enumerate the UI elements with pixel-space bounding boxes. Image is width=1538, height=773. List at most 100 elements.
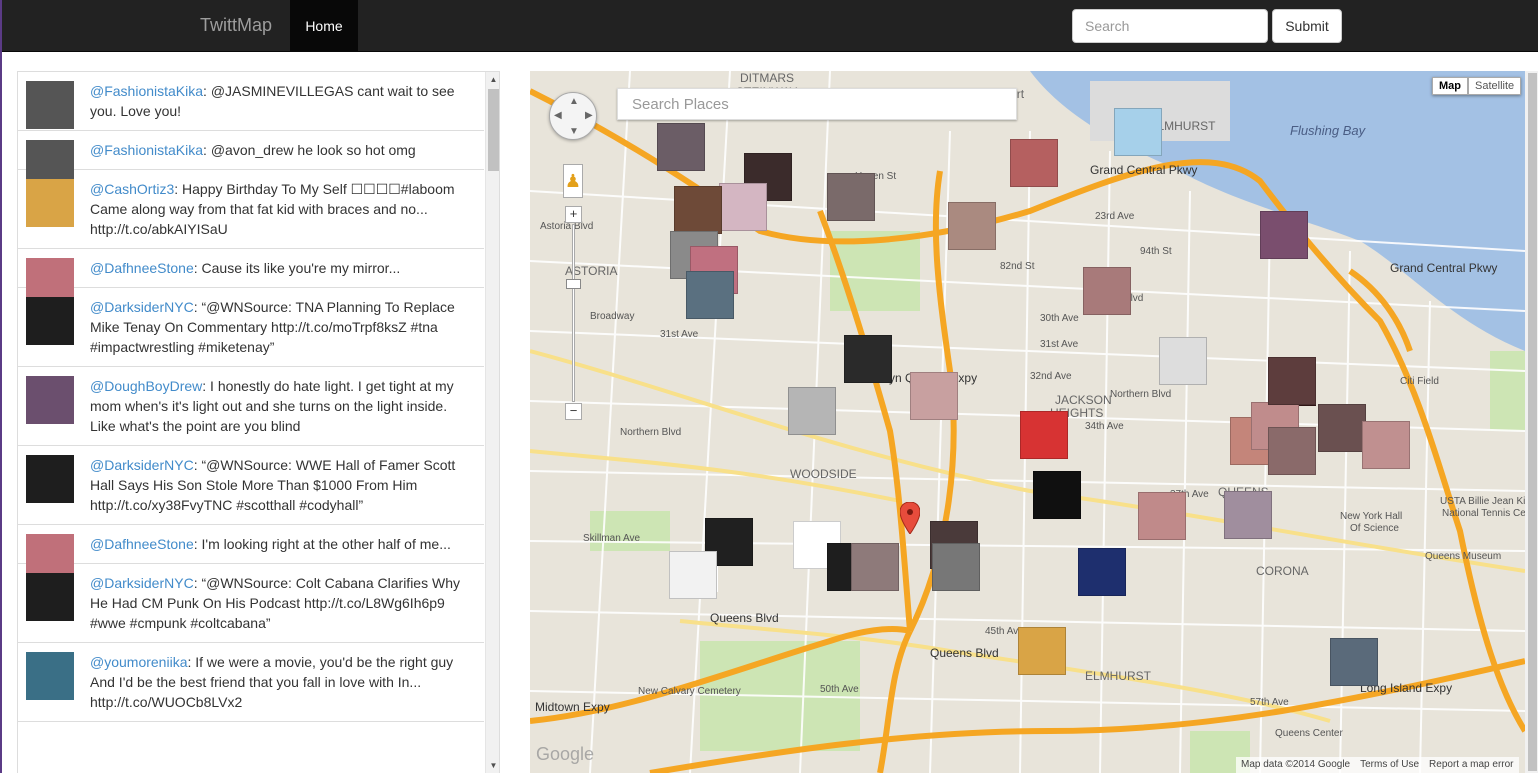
tweet-avatar[interactable] xyxy=(26,297,74,345)
page-scroll-thumb[interactable] xyxy=(1528,73,1537,771)
search-places-input[interactable] xyxy=(617,88,1017,120)
tweet-marker[interactable] xyxy=(1260,211,1308,259)
map-type-control: Map Satellite xyxy=(1432,77,1522,95)
tweet-marker[interactable] xyxy=(1114,108,1162,156)
tweet-marker[interactable] xyxy=(948,202,996,250)
tweet-marker[interactable] xyxy=(851,543,899,591)
terms-of-use-link[interactable]: Terms of Use xyxy=(1360,759,1419,771)
nav-home-tab[interactable]: Home xyxy=(290,0,358,52)
tweet-item[interactable]: @DarksiderNYC: “@WNSource: Colt Cabana C… xyxy=(18,564,484,643)
tweet-marker[interactable] xyxy=(1318,404,1366,452)
tweet-marker[interactable] xyxy=(686,271,734,319)
tweet-username-link[interactable]: @CashOrtiz3 xyxy=(90,181,174,197)
tweet-item[interactable]: @youmoreniika: If we were a movie, you'd… xyxy=(18,643,484,722)
tweet-marker[interactable] xyxy=(1010,139,1058,187)
tweet-text: : I'm looking right at the other half of… xyxy=(193,536,451,552)
report-map-error-link[interactable]: Report a map error xyxy=(1429,759,1513,771)
map-label: JACKSON xyxy=(1055,393,1112,407)
zoom-control: + − xyxy=(565,206,582,421)
map-label: Grand Central Pkwy xyxy=(1090,163,1198,177)
map-label: New York Hall xyxy=(1340,511,1403,522)
map-location-pin-icon[interactable] xyxy=(900,502,920,534)
tweet-marker[interactable] xyxy=(719,183,767,231)
tweet-panel: @FashionistaKika: @JASMINEVILLEGAS cant … xyxy=(17,71,500,773)
map-view[interactable]: DITMARSSTEINWAYLaGuardia AirportEAST ELM… xyxy=(530,71,1525,773)
pan-up-icon[interactable]: ▲ xyxy=(569,96,579,107)
scroll-up-arrow-icon[interactable]: ▲ xyxy=(486,72,499,87)
tweet-item[interactable]: @DoughBoyDrew: I honestly do hate light.… xyxy=(18,367,484,446)
zoom-track[interactable] xyxy=(572,224,575,402)
pan-left-icon[interactable]: ◀ xyxy=(554,110,562,121)
tweet-marker[interactable] xyxy=(1033,471,1081,519)
tweet-marker[interactable] xyxy=(669,551,717,599)
tweet-avatar[interactable] xyxy=(26,652,74,700)
tweet-marker[interactable] xyxy=(1362,421,1410,469)
tweet-avatar[interactable] xyxy=(26,573,74,621)
tweet-username-link[interactable]: @youmoreniika xyxy=(90,654,187,670)
tweet-item[interactable]: @DarksiderNYC: “@WNSource: TNA Planning … xyxy=(18,288,484,367)
tweet-item[interactable]: @FashionistaKika: @avon_drew he look so … xyxy=(18,131,484,188)
tweet-avatar[interactable] xyxy=(26,179,74,227)
tweet-marker[interactable] xyxy=(910,372,958,420)
pegman-icon[interactable]: ♟ xyxy=(563,164,583,198)
map-label: 34th Ave xyxy=(1085,421,1124,432)
tweet-username-link[interactable]: @DafhneeStone xyxy=(90,536,194,552)
tweet-marker[interactable] xyxy=(1020,411,1068,459)
tweet-username-link[interactable]: @DafhneeStone xyxy=(90,260,194,276)
pan-right-icon[interactable]: ▶ xyxy=(585,110,593,121)
zoom-slider-knob[interactable] xyxy=(566,279,581,289)
page-scrollbar[interactable] xyxy=(1525,71,1538,773)
pan-control[interactable]: ▲ ▼ ◀ ▶ xyxy=(549,92,597,140)
map-label: Midtown Expy xyxy=(535,700,610,714)
tweet-item[interactable]: @DafhneeStone: I'm looking right at the … xyxy=(18,525,484,582)
tweet-marker[interactable] xyxy=(788,387,836,435)
tweet-marker[interactable] xyxy=(1330,638,1378,686)
tweet-username-link[interactable]: @DarksiderNYC xyxy=(90,299,194,315)
tweet-avatar[interactable] xyxy=(26,455,74,503)
tweet-marker[interactable] xyxy=(1268,427,1316,475)
map-label: Queens Center xyxy=(1275,728,1343,739)
scroll-down-arrow-icon[interactable]: ▼ xyxy=(486,758,499,773)
map-type-satellite-button[interactable]: Satellite xyxy=(1468,77,1522,95)
map-label: Flushing Bay xyxy=(1290,123,1366,138)
tweet-marker[interactable] xyxy=(932,543,980,591)
tweet-avatar[interactable] xyxy=(26,81,74,129)
tweet-text: : Cause its like you're my mirror... xyxy=(193,260,401,276)
submit-button[interactable]: Submit xyxy=(1272,9,1342,43)
map-label: ELMHURST xyxy=(1085,669,1152,683)
google-logo: Google xyxy=(536,744,595,764)
scroll-thumb[interactable] xyxy=(488,89,499,171)
tweet-marker[interactable] xyxy=(844,335,892,383)
tweet-marker[interactable] xyxy=(674,186,722,234)
tweet-username-link[interactable]: @FashionistaKika xyxy=(90,142,203,158)
tweet-scrollbar[interactable]: ▲ ▼ xyxy=(485,72,499,773)
search-input[interactable] xyxy=(1072,9,1268,43)
brand-logo[interactable]: TwittMap xyxy=(200,15,272,36)
tweet-marker[interactable] xyxy=(1268,357,1316,405)
map-type-map-button[interactable]: Map xyxy=(1432,77,1468,95)
tweet-username-link[interactable]: @DoughBoyDrew xyxy=(90,378,202,394)
map-label: 31st Ave xyxy=(1040,339,1079,350)
tweet-item[interactable]: @FashionistaKika: @JASMINEVILLEGAS cant … xyxy=(18,72,484,131)
tweet-item[interactable]: @DarksiderNYC: “@WNSource: WWE Hall of F… xyxy=(18,446,484,525)
map-label: Queens Blvd xyxy=(710,611,779,625)
tweet-avatar[interactable] xyxy=(26,376,74,424)
tweet-username-link[interactable]: @DarksiderNYC xyxy=(90,575,194,591)
tweet-item[interactable]: @DafhneeStone: Cause its like you're my … xyxy=(18,249,484,306)
tweet-marker[interactable] xyxy=(1078,548,1126,596)
tweet-item[interactable]: @CashOrtiz3: Happy Birthday To My Self ☐… xyxy=(18,170,484,249)
tweet-marker[interactable] xyxy=(1018,627,1066,675)
tweet-marker[interactable] xyxy=(1083,267,1131,315)
zoom-out-button[interactable]: − xyxy=(565,403,582,420)
tweet-marker[interactable] xyxy=(827,173,875,221)
tweet-marker[interactable] xyxy=(657,123,705,171)
tweet-username-link[interactable]: @FashionistaKika xyxy=(90,83,203,99)
tweet-marker[interactable] xyxy=(1138,492,1186,540)
tweet-marker[interactable] xyxy=(1224,491,1272,539)
tweet-marker[interactable] xyxy=(1159,337,1207,385)
pan-down-icon[interactable]: ▼ xyxy=(569,126,579,137)
map-label: 30th Ave xyxy=(1040,313,1079,324)
tweet-username-link[interactable]: @DarksiderNYC xyxy=(90,457,194,473)
map-label: Northern Blvd xyxy=(1110,389,1172,400)
zoom-in-button[interactable]: + xyxy=(565,206,582,223)
